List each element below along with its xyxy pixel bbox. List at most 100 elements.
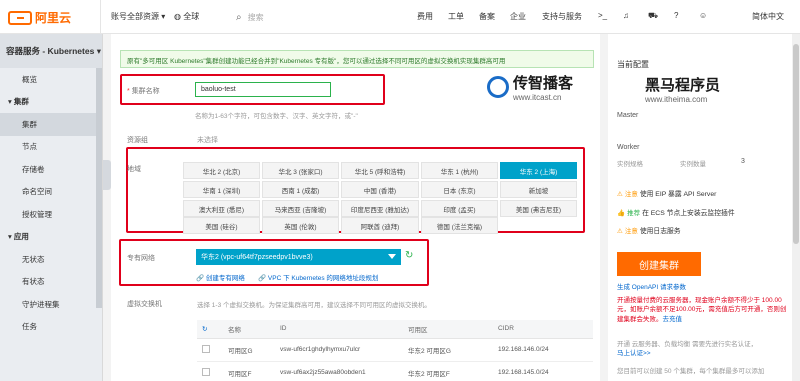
feature-log: ⚠ 注意 使用日志服务 [617, 228, 681, 235]
sidebar-item-statefulsets[interactable]: 有状态 [0, 271, 102, 294]
search-input[interactable]: 搜索 [248, 12, 264, 23]
region-button[interactable]: 美国 (弗吉尼亚) [500, 200, 577, 217]
quota-notice: 您目前可以创建 50 个集群，每个集群最多可以添加 [617, 368, 765, 375]
code-icon[interactable]: >_ [598, 11, 607, 20]
sidebar-item-deployments[interactable]: 无状态 [0, 248, 102, 271]
nav-support[interactable]: 支持与服务 [542, 11, 582, 22]
table-header-row: ↻ 名称 ID 可用区 CIDR [197, 320, 593, 339]
sidebar-scrollbar[interactable] [96, 68, 102, 308]
page-scrollbar[interactable] [792, 34, 800, 381]
sidebar-collapse-handle[interactable] [103, 160, 111, 190]
nav-fees[interactable]: 费用 [417, 11, 433, 22]
config-panel: 当前配置 Master Worker 实例规格 实例数量 3 ⚠ 注意 使用 EIP… [608, 34, 792, 381]
row-checkbox[interactable] [202, 367, 210, 376]
chevron-down-icon [388, 254, 396, 259]
cart-icon[interactable]: ⛟ [648, 11, 658, 21]
resource-group-value[interactable]: 未选择 [197, 135, 218, 145]
sidebar: 容器服务 - Kubernetes ▾ 概览 ▾ 集群 集群 节点 存储卷 命名… [0, 34, 103, 381]
region-button[interactable]: 印度尼西亚 (雅加达) [341, 200, 419, 217]
logo-text: 阿里云 [35, 11, 72, 25]
column-header: 名称 [223, 320, 275, 339]
sidebar-item-namespaces[interactable]: 命名空间 [0, 181, 102, 204]
create-vpc-link[interactable]: 🔗 创建专有网络 [196, 272, 245, 282]
region-button[interactable]: 华北 2 (北京) [183, 162, 260, 179]
cell-zone: 华东2 可用区G [403, 338, 493, 362]
region-button[interactable]: 新加坡 [500, 181, 577, 198]
recharge-link[interactable]: 去充值 [663, 316, 683, 323]
itcast-logo-icon [487, 76, 509, 98]
cluster-name-input[interactable]: baoluo-test [195, 82, 331, 97]
region-button[interactable]: 澳大利亚 (悉尼) [183, 200, 260, 217]
resource-group-label: 资源组 [127, 137, 148, 144]
region-button[interactable]: 华北 5 (呼和浩特) [341, 162, 419, 179]
cell-id: vsw-uf6cr1ghdylhymxu7ulcr [275, 338, 403, 362]
cluster-name-hint: 名称为1-63个字符，可包含数字、汉字、英文字符，或"-" [195, 113, 358, 120]
openapi-link[interactable]: 生成 OpenAPI 请求参数 [617, 281, 686, 291]
vpc-label: 专有网络 [127, 255, 155, 262]
link-icon: 🔗 [258, 275, 267, 282]
bell-icon[interactable]: ♫ [623, 11, 629, 20]
region-button[interactable]: 华东 1 (杭州) [421, 162, 498, 179]
thumbs-up-icon: 👍 [617, 210, 626, 217]
sidebar-group-cluster[interactable]: ▾ 集群 [0, 91, 102, 114]
worker-label: Worker [617, 144, 640, 151]
region-button[interactable]: 日本 (东京) [421, 181, 498, 198]
table-row[interactable]: 可用区F vsw-uf6ax2jz55awa80obden1 华东2 可用区F … [197, 361, 593, 381]
refresh-icon[interactable]: ↻ [405, 250, 413, 261]
sidebar-item-jobs[interactable]: 任务 [0, 316, 102, 339]
region-button[interactable]: 印度 (孟买) [421, 200, 498, 217]
region-button[interactable]: 华北 3 (张家口) [262, 162, 339, 179]
region-button[interactable]: 美国 (硅谷) [183, 217, 260, 234]
watermark-itheima: 黑马程序员 www.itheima.com [645, 77, 721, 104]
sidebar-title[interactable]: 容器服务 - Kubernetes ▾ [0, 34, 102, 68]
vpc-plan-link[interactable]: 🔗 VPC 下 Kubernetes 的网络地址段规划 [258, 272, 378, 282]
verify-notice: 开通 云服务器、负载均衡 需要先进行实名认证， 马上认证>> [617, 341, 758, 358]
scrollbar-thumb[interactable] [793, 44, 799, 244]
table-row[interactable]: 可用区G vsw-uf6cr1ghdylhymxu7ulcr 华东2 可用区G … [197, 338, 593, 362]
region-button[interactable]: 德国 (法兰克福) [421, 217, 498, 234]
language-switch[interactable]: 简体中文 [752, 11, 784, 22]
user-avatar[interactable]: ☺ [699, 11, 707, 20]
sidebar-item-authorization[interactable]: 授权管理 [0, 203, 102, 226]
warning-icon: ⚠ [617, 228, 623, 235]
search-box[interactable]: ⌕ 搜索 [236, 9, 406, 25]
region-button[interactable]: 华南 1 (深圳) [183, 181, 260, 198]
column-header: 可用区 [403, 320, 493, 339]
nav-enterprise[interactable]: 企业 [510, 11, 526, 22]
nav-tickets[interactable]: 工单 [448, 11, 464, 22]
nav-filing[interactable]: 备案 [479, 11, 495, 22]
sidebar-item-volumes[interactable]: 存储卷 [0, 158, 102, 181]
cell-name: 可用区G [223, 338, 275, 362]
feature-eip: ⚠ 注意 使用 EIP 暴露 API Server [617, 191, 717, 198]
region-switch[interactable]: ◍ 全球 [174, 11, 199, 22]
region-button[interactable]: 阿联酋 (迪拜) [341, 217, 419, 234]
verify-link[interactable]: 马上认证>> [617, 350, 651, 357]
cell-name: 可用区F [223, 361, 275, 381]
refresh-icon[interactable]: ↻ [197, 320, 223, 339]
vpc-select[interactable]: 华东2 (vpc-uf64tf7pzseedpv1bvve3) [196, 249, 401, 265]
create-cluster-button[interactable]: 创建集群 [617, 252, 701, 276]
region-button[interactable]: 中国 (香港) [341, 181, 419, 198]
cell-cidr: 192.168.146.0/24 [493, 338, 593, 362]
sidebar-group-apps[interactable]: ▾ 应用 [0, 226, 102, 249]
cell-cidr: 192.168.145.0/24 [493, 361, 593, 381]
vswitch-hint: 选择 1-3 个虚拟交换机。为保证集群高可用，建议选择不同可用区的虚拟交换机。 [197, 302, 432, 309]
master-label: Master [617, 112, 639, 119]
region-button-selected[interactable]: 华东 2 (上海) [500, 162, 577, 179]
row-checkbox[interactable] [202, 344, 210, 353]
region-label: 地域 [127, 166, 141, 173]
sidebar-item-overview[interactable]: 概览 [0, 68, 102, 91]
sidebar-item-cluster[interactable]: 集群 [0, 113, 102, 136]
divider [100, 0, 101, 34]
sidebar-item-daemonsets[interactable]: 守护进程集 [0, 293, 102, 316]
feature-monitor: 👍 推荐在 ECS 节点上安装云监控插件 [617, 210, 735, 217]
help-icon[interactable]: ? [674, 11, 678, 20]
region-button[interactable]: 西南 1 (成都) [262, 181, 339, 198]
sidebar-item-nodes[interactable]: 节点 [0, 136, 102, 159]
aliyun-logo[interactable]: 阿里云 [8, 9, 71, 26]
region-button[interactable]: 英国 (伦敦) [262, 217, 339, 234]
account-switch[interactable]: 账号全部资源 ▾ [111, 11, 165, 22]
link-icon: 🔗 [196, 275, 205, 282]
region-button[interactable]: 马来西亚 (吉隆坡) [262, 200, 339, 217]
logo-icon [8, 10, 32, 25]
